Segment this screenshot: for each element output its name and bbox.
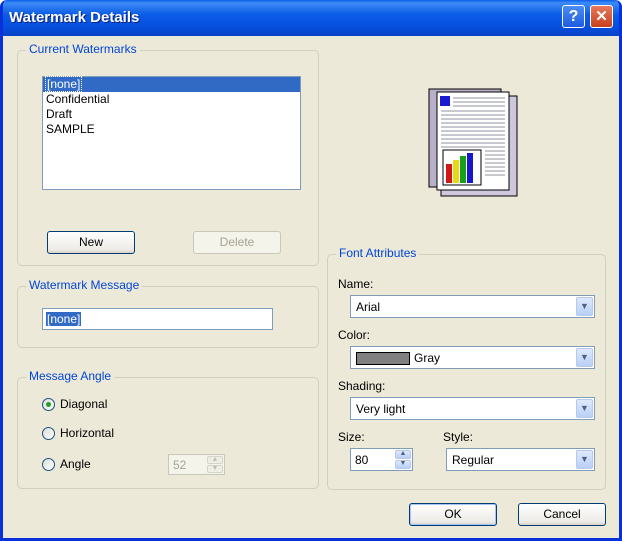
diagonal-label: Diagonal bbox=[60, 397, 108, 411]
font-style-value: Regular bbox=[452, 453, 495, 467]
ok-button[interactable]: OK bbox=[409, 503, 497, 526]
spin-down-icon[interactable]: ▼ bbox=[207, 465, 223, 473]
chevron-down-icon[interactable]: ▼ bbox=[576, 297, 593, 316]
cancel-button[interactable]: Cancel bbox=[518, 503, 606, 526]
font-name-select[interactable]: Arial ▼ bbox=[350, 295, 595, 318]
watermark-preview-image bbox=[427, 86, 529, 200]
list-item[interactable]: SAMPLE bbox=[43, 122, 300, 137]
spin-up-icon[interactable]: ▲ bbox=[207, 456, 223, 464]
font-color-value: Gray bbox=[414, 351, 441, 365]
watermark-message-group: Watermark Message [none] bbox=[17, 278, 319, 348]
font-attributes-legend: Font Attributes bbox=[336, 246, 420, 260]
delete-button[interactable]: Delete bbox=[193, 231, 281, 254]
watermark-details-dialog: Watermark Details ? ✕ Current Watermarks… bbox=[0, 0, 622, 541]
horizontal-radio[interactable] bbox=[42, 427, 55, 440]
message-text: [none] bbox=[46, 312, 82, 326]
font-size-value: 80 bbox=[355, 453, 369, 467]
window-title: Watermark Details bbox=[9, 9, 140, 26]
font-color-select[interactable]: Gray ▼ bbox=[350, 346, 595, 369]
angle-value: 52 bbox=[173, 458, 187, 472]
new-button[interactable]: New bbox=[47, 231, 135, 254]
help-button[interactable]: ? bbox=[562, 5, 585, 28]
font-attributes-group: Font Attributes Name: Arial ▼ Color: Gra… bbox=[327, 246, 606, 490]
spin-down-icon[interactable]: ▼ bbox=[395, 460, 411, 469]
shading-label: Shading: bbox=[338, 379, 386, 393]
angle-spinner[interactable]: 52 ▲ ▼ bbox=[168, 454, 225, 475]
chevron-down-icon[interactable]: ▼ bbox=[576, 450, 593, 469]
size-label: Size: bbox=[338, 430, 365, 444]
angle-label: Angle bbox=[60, 457, 91, 471]
chevron-down-icon[interactable]: ▼ bbox=[576, 399, 593, 418]
dialog-client: Current Watermarks [none] Confidential D… bbox=[3, 36, 619, 538]
shading-select[interactable]: Very light ▼ bbox=[350, 397, 595, 420]
close-button[interactable]: ✕ bbox=[590, 5, 613, 28]
color-swatch bbox=[356, 352, 410, 366]
color-label: Color: bbox=[338, 328, 371, 342]
watermark-message-legend: Watermark Message bbox=[26, 278, 143, 292]
message-angle-group: Message Angle Diagonal Horizontal Angle … bbox=[17, 369, 319, 489]
list-item[interactable]: Confidential bbox=[43, 92, 300, 107]
list-item[interactable]: [none] bbox=[43, 76, 300, 92]
angle-radio[interactable] bbox=[42, 458, 55, 471]
angle-spin-buttons: ▲ ▼ bbox=[207, 456, 223, 473]
spin-up-icon[interactable]: ▲ bbox=[395, 450, 411, 459]
style-label: Style: bbox=[443, 430, 474, 444]
document-preview-icon bbox=[428, 88, 518, 197]
list-item[interactable]: Draft bbox=[43, 107, 300, 122]
diagonal-radio[interactable] bbox=[42, 398, 55, 411]
title-bar[interactable]: Watermark Details ? ✕ bbox=[3, 0, 619, 36]
chevron-down-icon[interactable]: ▼ bbox=[576, 348, 593, 367]
font-size-spinner[interactable]: 80 ▲ ▼ bbox=[350, 448, 413, 471]
message-angle-legend: Message Angle bbox=[26, 369, 115, 383]
color-display: Gray bbox=[356, 351, 441, 366]
font-name-value: Arial bbox=[356, 300, 381, 314]
current-watermarks-legend: Current Watermarks bbox=[26, 42, 140, 56]
watermark-message-input[interactable]: [none] bbox=[42, 308, 273, 330]
current-watermarks-group: Current Watermarks [none] Confidential D… bbox=[17, 42, 319, 266]
shading-value: Very light bbox=[356, 402, 406, 416]
close-icon: ✕ bbox=[595, 8, 608, 25]
font-style-select[interactable]: Regular ▼ bbox=[446, 448, 595, 471]
watermarks-list[interactable]: [none] Confidential Draft SAMPLE bbox=[42, 76, 301, 190]
size-spin-buttons: ▲ ▼ bbox=[395, 450, 411, 469]
horizontal-label: Horizontal bbox=[60, 426, 115, 440]
name-label: Name: bbox=[338, 277, 374, 291]
